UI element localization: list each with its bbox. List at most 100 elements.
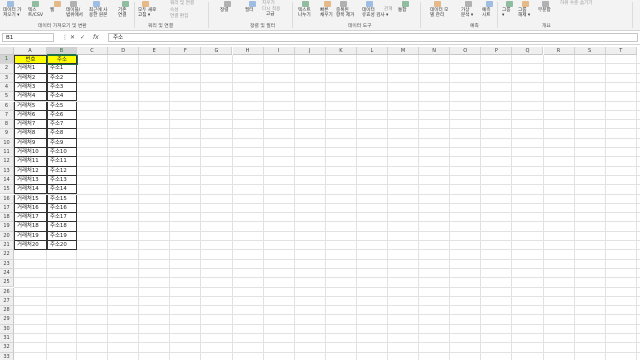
table-cell[interactable]: 주소2: [47, 73, 77, 83]
ribbon-button-disabled[interactable]: 쿼리 및 연결: [170, 1, 194, 6]
table-cell[interactable]: 거래처14: [14, 185, 47, 195]
cancel-icon[interactable]: ✕: [70, 33, 75, 42]
table-cell[interactable]: 거래처12: [14, 166, 47, 176]
column-header-e[interactable]: E: [139, 47, 171, 55]
row-header[interactable]: 6: [0, 101, 14, 111]
row-header[interactable]: 23: [0, 259, 14, 269]
table-cell[interactable]: 거래처17: [14, 213, 47, 223]
ribbon-button-disabled[interactable]: 관계: [384, 7, 392, 12]
table-cell[interactable]: 주소10: [47, 148, 77, 158]
ribbon-button[interactable]: 그룹 해제 ▾: [518, 8, 530, 19]
row-header[interactable]: 29: [0, 315, 14, 325]
table-cell[interactable]: 주소14: [47, 185, 77, 195]
table-cell[interactable]: 주소7: [47, 120, 77, 130]
ribbon-button[interactable]: 고급: [266, 12, 274, 17]
row-header[interactable]: 2: [0, 64, 14, 74]
table-cell[interactable]: 주소17: [47, 213, 77, 223]
ribbon-button[interactable]: 기존 연결: [118, 8, 126, 19]
enter-icon[interactable]: ✓: [80, 33, 85, 42]
column-header-d[interactable]: D: [108, 47, 140, 55]
table-cell[interactable]: 주소1: [47, 64, 77, 74]
row-header[interactable]: 20: [0, 231, 14, 241]
ribbon-button[interactable]: 테이블/ 범위에서: [66, 8, 83, 19]
ribbon-button[interactable]: 데이터 가 져오기 ▾: [3, 8, 21, 19]
ribbon-button[interactable]: 웹: [50, 8, 54, 13]
row-header[interactable]: 27: [0, 296, 14, 307]
row-header[interactable]: 9: [0, 129, 14, 139]
table-cell[interactable]: 거래처6: [14, 110, 47, 121]
ribbon-button[interactable]: 텍스트 나누기: [298, 8, 311, 19]
insert-function-button[interactable]: fx: [93, 33, 99, 42]
row-header[interactable]: 10: [0, 138, 14, 148]
column-header-j[interactable]: J: [294, 47, 326, 55]
row-header[interactable]: 13: [0, 166, 14, 176]
table-cell[interactable]: 거래처20: [14, 241, 47, 251]
row-header[interactable]: 7: [0, 110, 14, 121]
table-cell[interactable]: 거래처10: [14, 148, 47, 158]
table-cell[interactable]: 주소13: [47, 175, 77, 186]
ribbon-button[interactable]: 최근에 사 용한 원본: [89, 8, 107, 19]
ribbon-button[interactable]: 정렬: [220, 8, 228, 13]
ribbon-button[interactable]: 그룹 ▾: [502, 8, 510, 19]
row-header[interactable]: 26: [0, 287, 14, 297]
ribbon-button-disabled[interactable]: 하위 수준 숨기기: [560, 1, 593, 6]
column-header-g[interactable]: G: [201, 47, 233, 55]
table-cell[interactable]: 거래처9: [14, 138, 47, 148]
table-cell[interactable]: 거래처4: [14, 92, 47, 102]
table-cell[interactable]: 거래처3: [14, 82, 47, 93]
row-header[interactable]: 8: [0, 120, 14, 130]
column-header-t[interactable]: T: [605, 47, 637, 55]
table-cell[interactable]: 주소4: [47, 92, 77, 102]
ribbon-button-disabled[interactable]: 속성: [170, 8, 178, 13]
ribbon-button[interactable]: 데이터 모 델 관리: [430, 8, 448, 19]
column-header-a[interactable]: A: [14, 47, 47, 55]
table-cell[interactable]: 거래처19: [14, 231, 47, 241]
table-cell[interactable]: 거래처5: [14, 101, 47, 111]
row-header[interactable]: 1: [0, 55, 14, 65]
table-cell[interactable]: 거래처18: [14, 222, 47, 232]
name-box[interactable]: B1: [2, 33, 54, 42]
row-header[interactable]: 30: [0, 324, 14, 334]
row-header[interactable]: 32: [0, 343, 14, 353]
ribbon-button-disabled[interactable]: 연결 편집: [170, 14, 188, 19]
column-header-p[interactable]: P: [481, 47, 513, 55]
table-cell[interactable]: 거래처7: [14, 120, 47, 130]
column-header-i[interactable]: I: [263, 47, 295, 55]
ribbon-button[interactable]: 중복된 항목 제거: [336, 8, 354, 19]
column-header-s[interactable]: S: [574, 47, 606, 55]
ribbon-button[interactable]: 예측 시트: [482, 8, 490, 19]
table-cell[interactable]: 주소9: [47, 138, 77, 148]
column-header-q[interactable]: Q: [512, 47, 544, 55]
column-header-r[interactable]: R: [543, 47, 575, 55]
row-header[interactable]: 4: [0, 82, 14, 93]
table-cell[interactable]: 거래처1: [14, 64, 47, 74]
row-header[interactable]: 11: [0, 148, 14, 158]
column-header-l[interactable]: L: [356, 47, 388, 55]
row-header[interactable]: 33: [0, 352, 14, 360]
column-header-k[interactable]: K: [325, 47, 357, 55]
ribbon-button[interactable]: 모두 새로 고침 ▾: [138, 8, 156, 19]
table-cell[interactable]: 주소3: [47, 82, 77, 93]
table-cell[interactable]: 주소15: [47, 194, 77, 204]
table-cell[interactable]: 주소5: [47, 101, 77, 111]
row-header[interactable]: 14: [0, 175, 14, 186]
row-header[interactable]: 18: [0, 213, 14, 223]
formula-input[interactable]: 주소: [108, 33, 638, 42]
table-cell[interactable]: 주소20: [47, 241, 77, 251]
table-cell[interactable]: 거래처2: [14, 73, 47, 83]
column-header-b[interactable]: B: [47, 47, 77, 55]
row-header[interactable]: 31: [0, 334, 14, 344]
table-cell[interactable]: 주소12: [47, 166, 77, 176]
column-header-f[interactable]: F: [170, 47, 202, 55]
column-header-c[interactable]: C: [77, 47, 109, 55]
row-header[interactable]: 16: [0, 194, 14, 204]
table-cell[interactable]: 거래처8: [14, 129, 47, 139]
ribbon-button[interactable]: 부분합: [538, 8, 551, 13]
row-header[interactable]: 21: [0, 241, 14, 251]
ribbon-button-disabled[interactable]: 지우기: [262, 1, 275, 6]
ribbon-button[interactable]: 빠른 채우기: [320, 8, 333, 19]
table-cell[interactable]: 거래처15: [14, 194, 47, 204]
table-cell[interactable]: 거래처11: [14, 157, 47, 167]
column-header-n[interactable]: N: [419, 47, 451, 55]
row-header[interactable]: 5: [0, 92, 14, 102]
